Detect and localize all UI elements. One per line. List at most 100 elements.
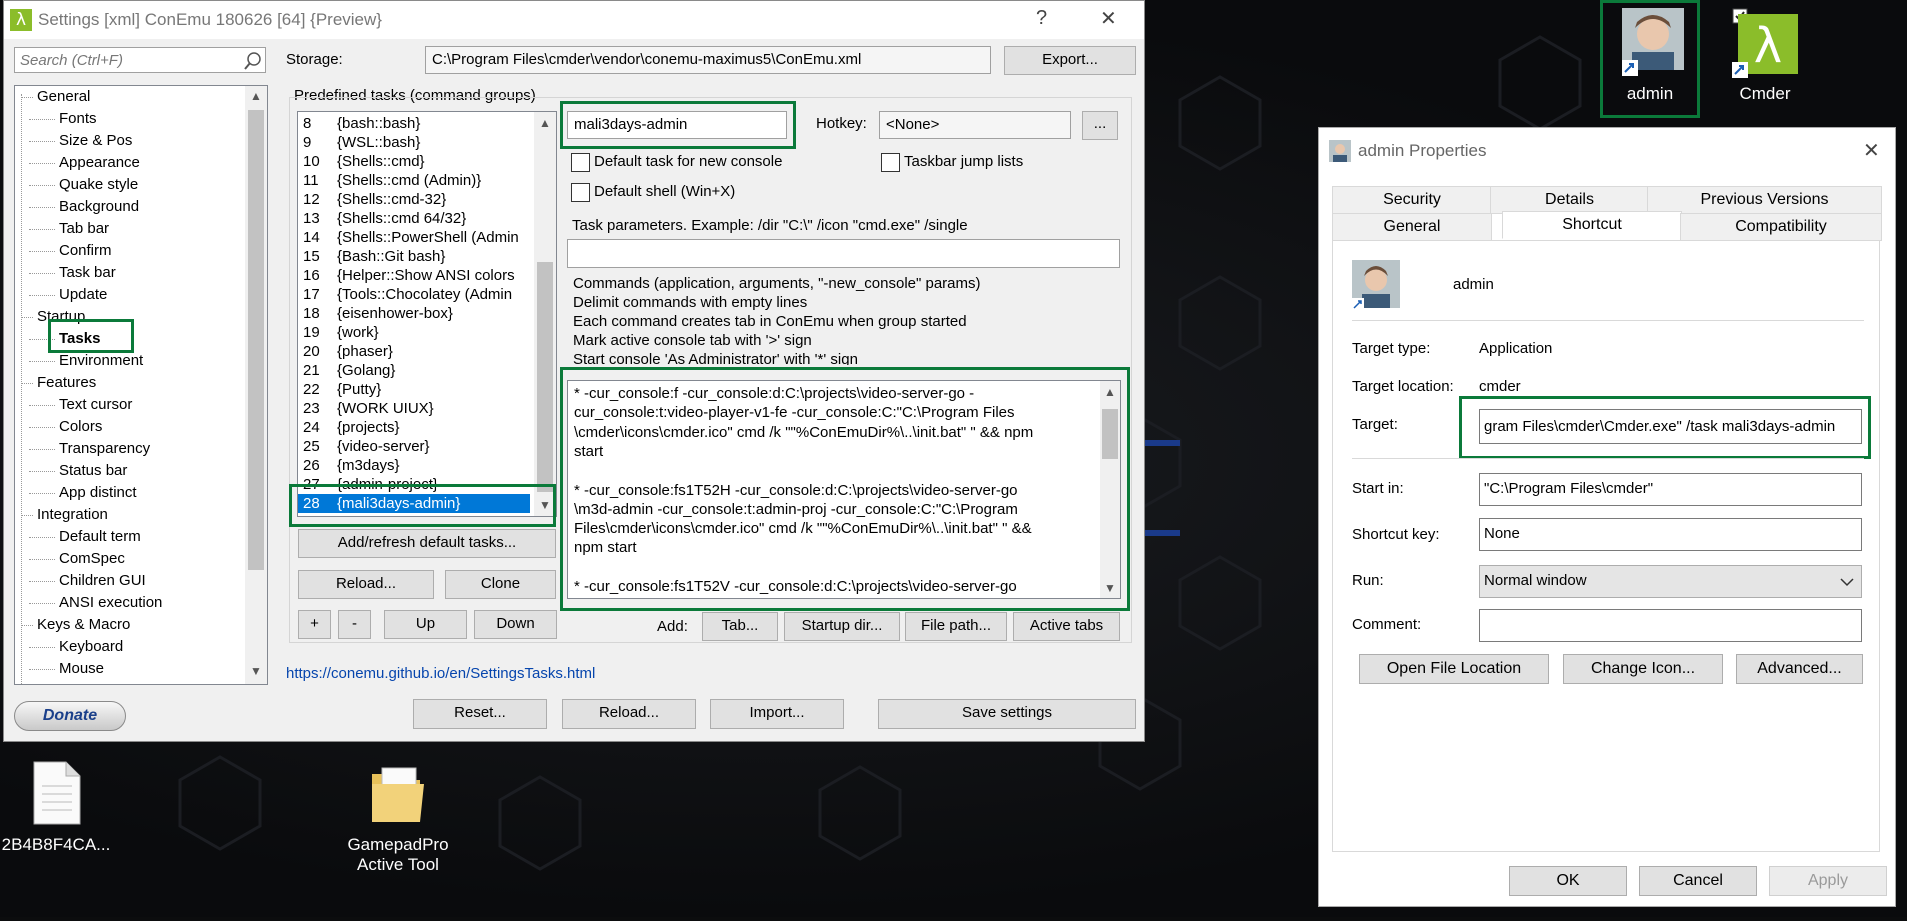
target-input[interactable]: gram Files\cmder\Cmder.exe" /task mali3d… bbox=[1479, 409, 1862, 444]
task-row[interactable]: 17 {Tools::Chocolatey (Admin bbox=[298, 285, 530, 304]
task-row[interactable]: 8 {bash::bash} bbox=[298, 114, 530, 133]
task-row[interactable]: 19 {work} bbox=[298, 323, 530, 342]
tree-item[interactable]: Integration bbox=[37, 506, 108, 524]
task-row[interactable]: 11 {Shells::cmd (Admin)} bbox=[298, 171, 530, 190]
open-file-location-button[interactable]: Open File Location bbox=[1359, 654, 1549, 684]
search-input[interactable]: Search (Ctrl+F) bbox=[14, 47, 266, 73]
advanced-button[interactable]: Advanced... bbox=[1736, 654, 1863, 684]
add-tab-button[interactable]: Tab... bbox=[702, 612, 778, 641]
tree-item[interactable]: Fonts bbox=[59, 110, 97, 128]
task-row[interactable]: 10 {Shells::cmd} bbox=[298, 152, 530, 171]
tree-item[interactable]: Mouse bbox=[59, 660, 104, 678]
add-task-button[interactable]: + bbox=[298, 610, 331, 639]
tree-item[interactable]: Default term bbox=[59, 528, 141, 546]
tree-item[interactable]: ComSpec bbox=[59, 550, 125, 568]
commands-textarea[interactable]: * -cur_console:f -cur_console:d:C:\proje… bbox=[567, 380, 1121, 599]
tasks-scroll-thumb[interactable] bbox=[537, 262, 553, 492]
active-tabs-button[interactable]: Active tabs bbox=[1013, 612, 1120, 641]
task-row[interactable]: 22 {Putty} bbox=[298, 380, 530, 399]
task-row[interactable]: 13 {Shells::cmd 64/32} bbox=[298, 209, 530, 228]
remove-task-button[interactable]: - bbox=[338, 610, 371, 639]
help-button[interactable]: ? bbox=[1036, 7, 1047, 30]
tasks-scrollbar[interactable]: ▲ ▼ bbox=[534, 112, 556, 516]
tab-previous-versions[interactable]: Previous Versions bbox=[1647, 186, 1882, 214]
tasks-scroll-up-icon[interactable]: ▲ bbox=[539, 116, 551, 130]
clone-button[interactable]: Clone bbox=[445, 570, 556, 599]
task-row[interactable]: 20 {phaser} bbox=[298, 342, 530, 361]
help-link[interactable]: https://conemu.github.io/en/SettingsTask… bbox=[286, 665, 595, 682]
tree-item[interactable]: Text cursor bbox=[59, 396, 132, 414]
tab-general[interactable]: General bbox=[1332, 213, 1492, 241]
tab-security[interactable]: Security bbox=[1332, 186, 1492, 214]
start-in-input[interactable]: "C:\Program Files\cmder" bbox=[1479, 473, 1862, 506]
tree-item[interactable]: Background bbox=[59, 198, 139, 216]
tree-item[interactable]: Keys & Macro bbox=[37, 616, 130, 634]
tree-item[interactable]: Transparency bbox=[59, 440, 150, 458]
commands-scroll-down-icon[interactable]: ▼ bbox=[1104, 581, 1116, 595]
ok-button[interactable]: OK bbox=[1509, 866, 1627, 896]
task-row[interactable]: 21 {Golang} bbox=[298, 361, 530, 380]
save-settings-button[interactable]: Save settings bbox=[878, 699, 1136, 729]
task-row[interactable]: 26 {m3days} bbox=[298, 456, 530, 475]
cancel-button[interactable]: Cancel bbox=[1639, 866, 1757, 896]
tab-details[interactable]: Details bbox=[1490, 186, 1649, 214]
tree-item[interactable]: Appearance bbox=[59, 154, 140, 172]
tree-item[interactable]: ANSI execution bbox=[59, 594, 162, 612]
task-row[interactable]: 12 {Shells::cmd-32} bbox=[298, 190, 530, 209]
tree-item[interactable]: Update bbox=[59, 286, 107, 304]
import-button[interactable]: Import... bbox=[710, 699, 844, 729]
file-path-button[interactable]: File path... bbox=[905, 612, 1007, 641]
comment-input[interactable] bbox=[1479, 609, 1862, 642]
tree-item[interactable]: Status bar bbox=[59, 462, 127, 480]
task-row[interactable]: 25 {video-server} bbox=[298, 437, 530, 456]
tree-item[interactable]: Features bbox=[37, 374, 96, 392]
properties-close-button[interactable]: ✕ bbox=[1863, 138, 1880, 163]
task-name-input[interactable]: mali3days-admin bbox=[567, 111, 787, 139]
commands-scroll-thumb[interactable] bbox=[1102, 409, 1118, 459]
scroll-down-icon[interactable]: ▼ bbox=[250, 664, 262, 678]
task-row[interactable]: 9 {WSL::bash} bbox=[298, 133, 530, 152]
tree-scroll-thumb[interactable] bbox=[248, 110, 264, 570]
tree-item[interactable]: Keyboard bbox=[59, 638, 123, 656]
commands-scrollbar[interactable]: ▲ ▼ bbox=[1100, 381, 1120, 598]
change-icon-button[interactable]: Change Icon... bbox=[1563, 654, 1723, 684]
task-row[interactable]: 24 {projects} bbox=[298, 418, 530, 437]
tree-item[interactable]: App distinct bbox=[59, 484, 137, 502]
task-row[interactable]: 15 {Bash::Git bash} bbox=[298, 247, 530, 266]
default-shell-checkbox[interactable] bbox=[571, 183, 590, 202]
tree-item[interactable]: Confirm bbox=[59, 242, 112, 260]
donate-button[interactable]: Donate bbox=[14, 701, 126, 731]
reset-button[interactable]: Reset... bbox=[413, 699, 547, 729]
task-row[interactable]: 23 {WORK UIUX} bbox=[298, 399, 530, 418]
tree-item[interactable]: Tab bar bbox=[59, 220, 109, 238]
shortcut-key-input[interactable]: None bbox=[1479, 518, 1862, 551]
export-button[interactable]: Export... bbox=[1004, 46, 1136, 75]
tree-scrollbar[interactable]: ▲ ▼ bbox=[245, 86, 267, 684]
task-row[interactable]: 14 {Shells::PowerShell (Admin bbox=[298, 228, 530, 247]
apply-button[interactable]: Apply bbox=[1769, 866, 1887, 896]
reload-button[interactable]: Reload... bbox=[562, 699, 696, 729]
run-select[interactable]: Normal window bbox=[1479, 565, 1862, 598]
admin-shortcut-icon[interactable] bbox=[1620, 6, 1686, 76]
tab-shortcut[interactable]: Shortcut bbox=[1502, 211, 1682, 239]
tree-item[interactable]: Colors bbox=[59, 418, 102, 436]
cmder-shortcut-icon[interactable]: λ bbox=[1730, 6, 1806, 80]
hotkey-picker-button[interactable]: ... bbox=[1082, 111, 1118, 140]
task-row[interactable]: 18 {eisenhower-box} bbox=[298, 304, 530, 323]
tree-item[interactable]: Children GUI bbox=[59, 572, 146, 590]
tree-item[interactable]: Size & Pos bbox=[59, 132, 132, 150]
tab-compatibility[interactable]: Compatibility bbox=[1680, 213, 1882, 241]
commands-scroll-up-icon[interactable]: ▲ bbox=[1104, 385, 1116, 399]
reload-tasks-button[interactable]: Reload... bbox=[298, 570, 434, 599]
tree-item[interactable]: Quake style bbox=[59, 176, 138, 194]
desktop-folder-icon[interactable] bbox=[368, 760, 428, 830]
taskbar-jump-checkbox[interactable] bbox=[881, 153, 900, 172]
add-refresh-default-tasks-button[interactable]: Add/refresh default tasks... bbox=[298, 529, 556, 558]
task-row[interactable]: 16 {Helper::Show ANSI colors bbox=[298, 266, 530, 285]
task-params-input[interactable] bbox=[567, 239, 1120, 268]
tree-item[interactable]: Task bar bbox=[59, 264, 116, 282]
tree-item[interactable]: General bbox=[37, 88, 90, 106]
move-down-button[interactable]: Down bbox=[474, 610, 557, 639]
scroll-up-icon[interactable]: ▲ bbox=[250, 89, 262, 103]
hotkey-field[interactable]: <None> bbox=[879, 111, 1071, 139]
